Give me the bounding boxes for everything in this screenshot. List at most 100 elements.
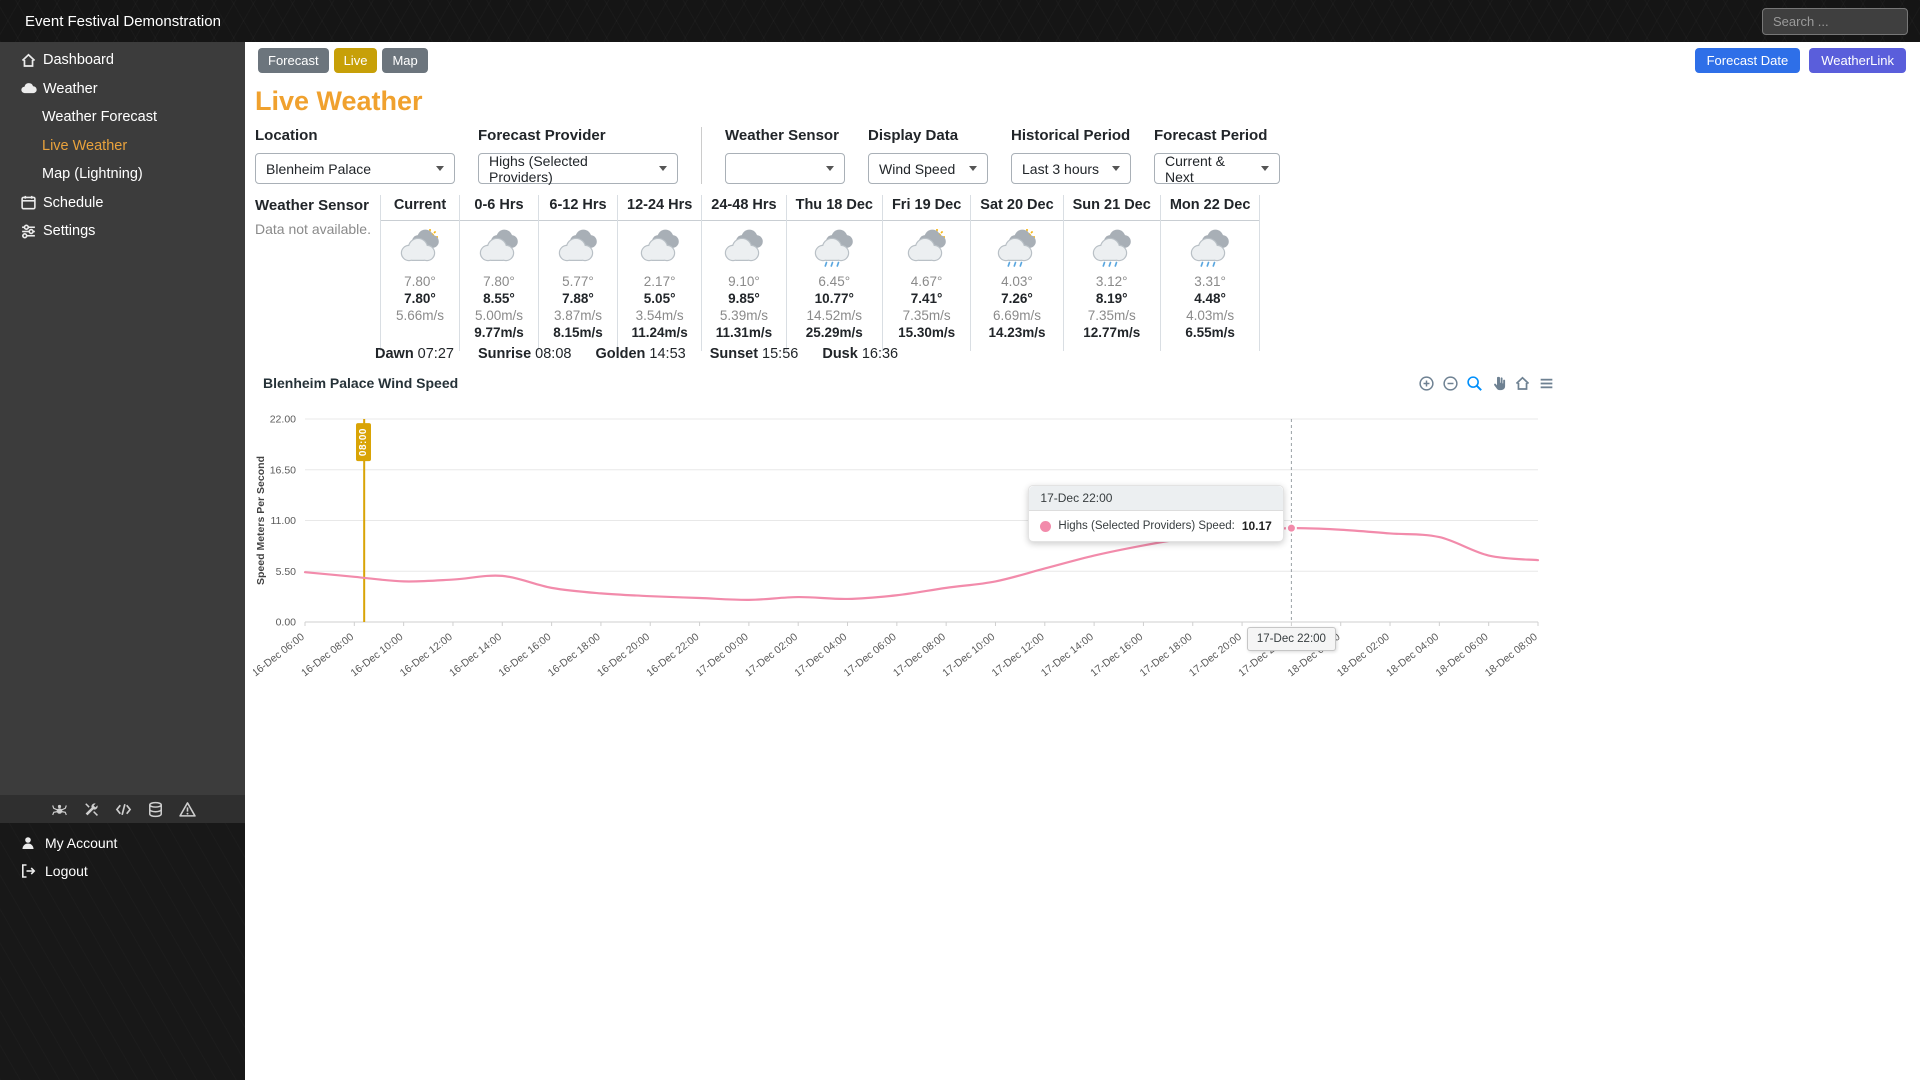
sun-cloud-icon <box>390 227 450 269</box>
tools-icon[interactable] <box>83 801 100 818</box>
chevron-down-icon <box>436 166 444 171</box>
svg-text:17-Dec 08:00: 17-Dec 08:00 <box>891 631 948 679</box>
temp-high: 7.41° <box>910 291 943 306</box>
forecast-column-header: Current <box>381 195 459 221</box>
forecast-period-select[interactable]: Current & Next <box>1154 152 1280 185</box>
series-dot-icon <box>1040 520 1052 532</box>
rain-cloud-icon <box>796 227 873 269</box>
forecast-provider-select[interactable]: Highs (Selected Providers) <box>478 152 678 185</box>
sidebar: Dashboard Weather Weather Forecast Live Wea… <box>0 42 245 1080</box>
spider-icon[interactable] <box>51 801 68 818</box>
wind-speed-chart[interactable]: 0.005.5011.0016.5022.0016-Dec 06:0016-De… <box>253 397 1563 697</box>
sun-time-dusk: Dusk 16:36 <box>822 346 899 362</box>
sidebar-item-schedule[interactable]: Schedule <box>0 189 245 218</box>
weather-sensor-label: Weather Sensor <box>255 197 369 214</box>
sliders-icon <box>20 223 37 240</box>
forecast-column-sat-20-dec: Sat 20 Dec 4.03° 7.26° 6.69m/s 14.23m/s <box>971 195 1064 351</box>
selected-value: Blenheim Palace <box>266 160 372 177</box>
svg-text:17-Dec 00:00: 17-Dec 00:00 <box>694 631 751 679</box>
wind-high: 12.77m/s <box>1083 325 1141 340</box>
warning-icon[interactable] <box>179 801 196 818</box>
temp-low: 4.03° <box>1001 274 1033 289</box>
sun-cloud-icon <box>892 227 961 269</box>
svg-text:16.50: 16.50 <box>270 464 296 476</box>
selected-value: Highs (Selected Providers) <box>489 152 588 185</box>
svg-text:16-Dec 12:00: 16-Dec 12:00 <box>398 631 455 679</box>
svg-text:16-Dec 06:00: 16-Dec 06:00 <box>253 631 307 679</box>
sun-time-sunrise: Sunrise 08:08 <box>477 346 572 362</box>
svg-text:17-Dec 10:00: 17-Dec 10:00 <box>940 631 997 679</box>
sidebar-footer-my-account[interactable]: My Account <box>0 829 245 857</box>
weatherlink-button[interactable]: WeatherLink <box>1809 48 1906 73</box>
sun-times: Dawn 07:27 Sunrise 08:08 Golden 14:53 Sunset 15… <box>375 346 898 362</box>
sidebar-item-settings[interactable]: Settings <box>0 217 245 246</box>
temp-high: 7.88° <box>562 291 594 306</box>
svg-text:16-Dec 22:00: 16-Dec 22:00 <box>644 631 701 679</box>
sidebar-item-weather-forecast[interactable]: Weather Forecast <box>0 103 245 132</box>
chart-tooltip: 17-Dec 22:00 Highs (Selected Providers) S… <box>1028 485 1284 543</box>
chart-header: Blenheim Palace Wind Speed <box>253 373 1563 393</box>
forecast-column-header: Thu 18 Dec <box>786 195 882 221</box>
temp-high: 9.85° <box>728 291 760 306</box>
weather-sensor-select[interactable] <box>725 153 845 184</box>
wind-low: 3.87m/s <box>553 308 603 323</box>
wind-low: 5.39m/s <box>719 308 768 323</box>
pan-icon[interactable] <box>1490 375 1507 392</box>
sidebar-item-live-weather[interactable]: Live Weather <box>0 132 245 161</box>
cloud-icon <box>20 80 37 97</box>
forecast-date-button[interactable]: Forecast Date <box>1694 48 1801 73</box>
wind-high: 6.55m/s <box>1185 325 1235 340</box>
search-input[interactable] <box>1762 8 1908 35</box>
calendar-icon <box>20 194 37 211</box>
tab-map[interactable]: Map <box>382 48 428 73</box>
svg-text:16-Dec 16:00: 16-Dec 16:00 <box>496 631 553 679</box>
database-icon[interactable] <box>147 801 164 818</box>
app-title: Event Festival Demonstration <box>25 12 221 30</box>
selected-value: Wind Speed <box>879 160 956 177</box>
chevron-down-icon <box>659 166 667 171</box>
svg-text:5.50: 5.50 <box>276 566 297 578</box>
selection-zoom-icon[interactable] <box>1466 375 1483 392</box>
wind-low: 4.03m/s <box>1186 308 1235 323</box>
code-icon[interactable] <box>115 801 132 818</box>
sidebar-item-dashboard[interactable]: Dashboard <box>0 46 245 75</box>
svg-text:Speed Meters Per Second: Speed Meters Per Second <box>255 456 267 585</box>
temp-high: 8.19° <box>1095 291 1128 306</box>
forecast-column-0-6-hrs: 0-6 Hrs 7.80° 8.55° 5.00m/s 9.77m/s <box>460 195 539 351</box>
svg-text:18-Dec 08:00: 18-Dec 08:00 <box>1483 631 1540 679</box>
chart-area[interactable]: 0.00 5.50 11.00 16.50 22.00 16-Dec 06:00 16-De… <box>253 397 1563 697</box>
filter-group-location: Location Blenheim Palace <box>255 127 478 184</box>
tab-live[interactable]: Live <box>333 48 378 73</box>
filter-bar: Location Blenheim Palace Forecast Provider… <box>255 127 1303 185</box>
sun-rain-cloud-icon <box>980 227 1053 269</box>
tab-forecast[interactable]: Forecast <box>258 48 329 73</box>
cloud-icon <box>627 227 692 269</box>
sidebar-footer-logout[interactable]: Logout <box>0 857 245 885</box>
forecast-column-fri-19-dec: Fri 19 Dec 4.67° 7.41° 7.35m/s 15.30m/s <box>882 195 972 351</box>
sidebar-item-label: Live Weather <box>42 137 128 154</box>
chart-title: Blenheim Palace Wind Speed <box>263 375 459 391</box>
home-icon[interactable] <box>1514 375 1531 392</box>
zoom-out-icon[interactable] <box>1442 375 1459 392</box>
temp-low: 5.77° <box>562 274 594 289</box>
forecast-column-header: 12-24 Hrs <box>618 195 702 221</box>
home-icon <box>20 52 37 69</box>
menu-icon[interactable] <box>1538 375 1555 392</box>
display-data-select[interactable]: Wind Speed <box>868 153 988 184</box>
forecast-column-24-48-hrs: 24-48 Hrs 9.10° 9.85° 5.39m/s 11.31m/s <box>702 195 787 351</box>
filter-group-forecast-period: Forecast Period Current & Next <box>1154 127 1303 185</box>
location-select[interactable]: Blenheim Palace <box>255 153 455 184</box>
footer-item-label: Logout <box>45 863 88 879</box>
forecast-column-mon-22-dec: Mon 22 Dec 3.31° 4.48° 4.03m/s 6.55m/s <box>1160 195 1261 351</box>
historical-period-select[interactable]: Last 3 hours <box>1011 153 1131 184</box>
sidebar-item-map-lightning[interactable]: Map (Lightning) <box>0 160 245 189</box>
svg-text:17-Dec 02:00: 17-Dec 02:00 <box>743 631 800 679</box>
rain-cloud-icon <box>1073 227 1151 269</box>
zoom-in-icon[interactable] <box>1418 375 1435 392</box>
x-axis-tooltip: 17-Dec 22:00 <box>1246 627 1336 651</box>
sidebar-item-weather[interactable]: Weather <box>0 75 245 104</box>
svg-text:17-Dec 20:00: 17-Dec 20:00 <box>1187 631 1244 679</box>
time-annotation-label: 08:00 <box>356 423 372 462</box>
forecast-column-header: Fri 19 Dec <box>882 195 971 221</box>
selected-value: Current & Next <box>1165 152 1225 185</box>
